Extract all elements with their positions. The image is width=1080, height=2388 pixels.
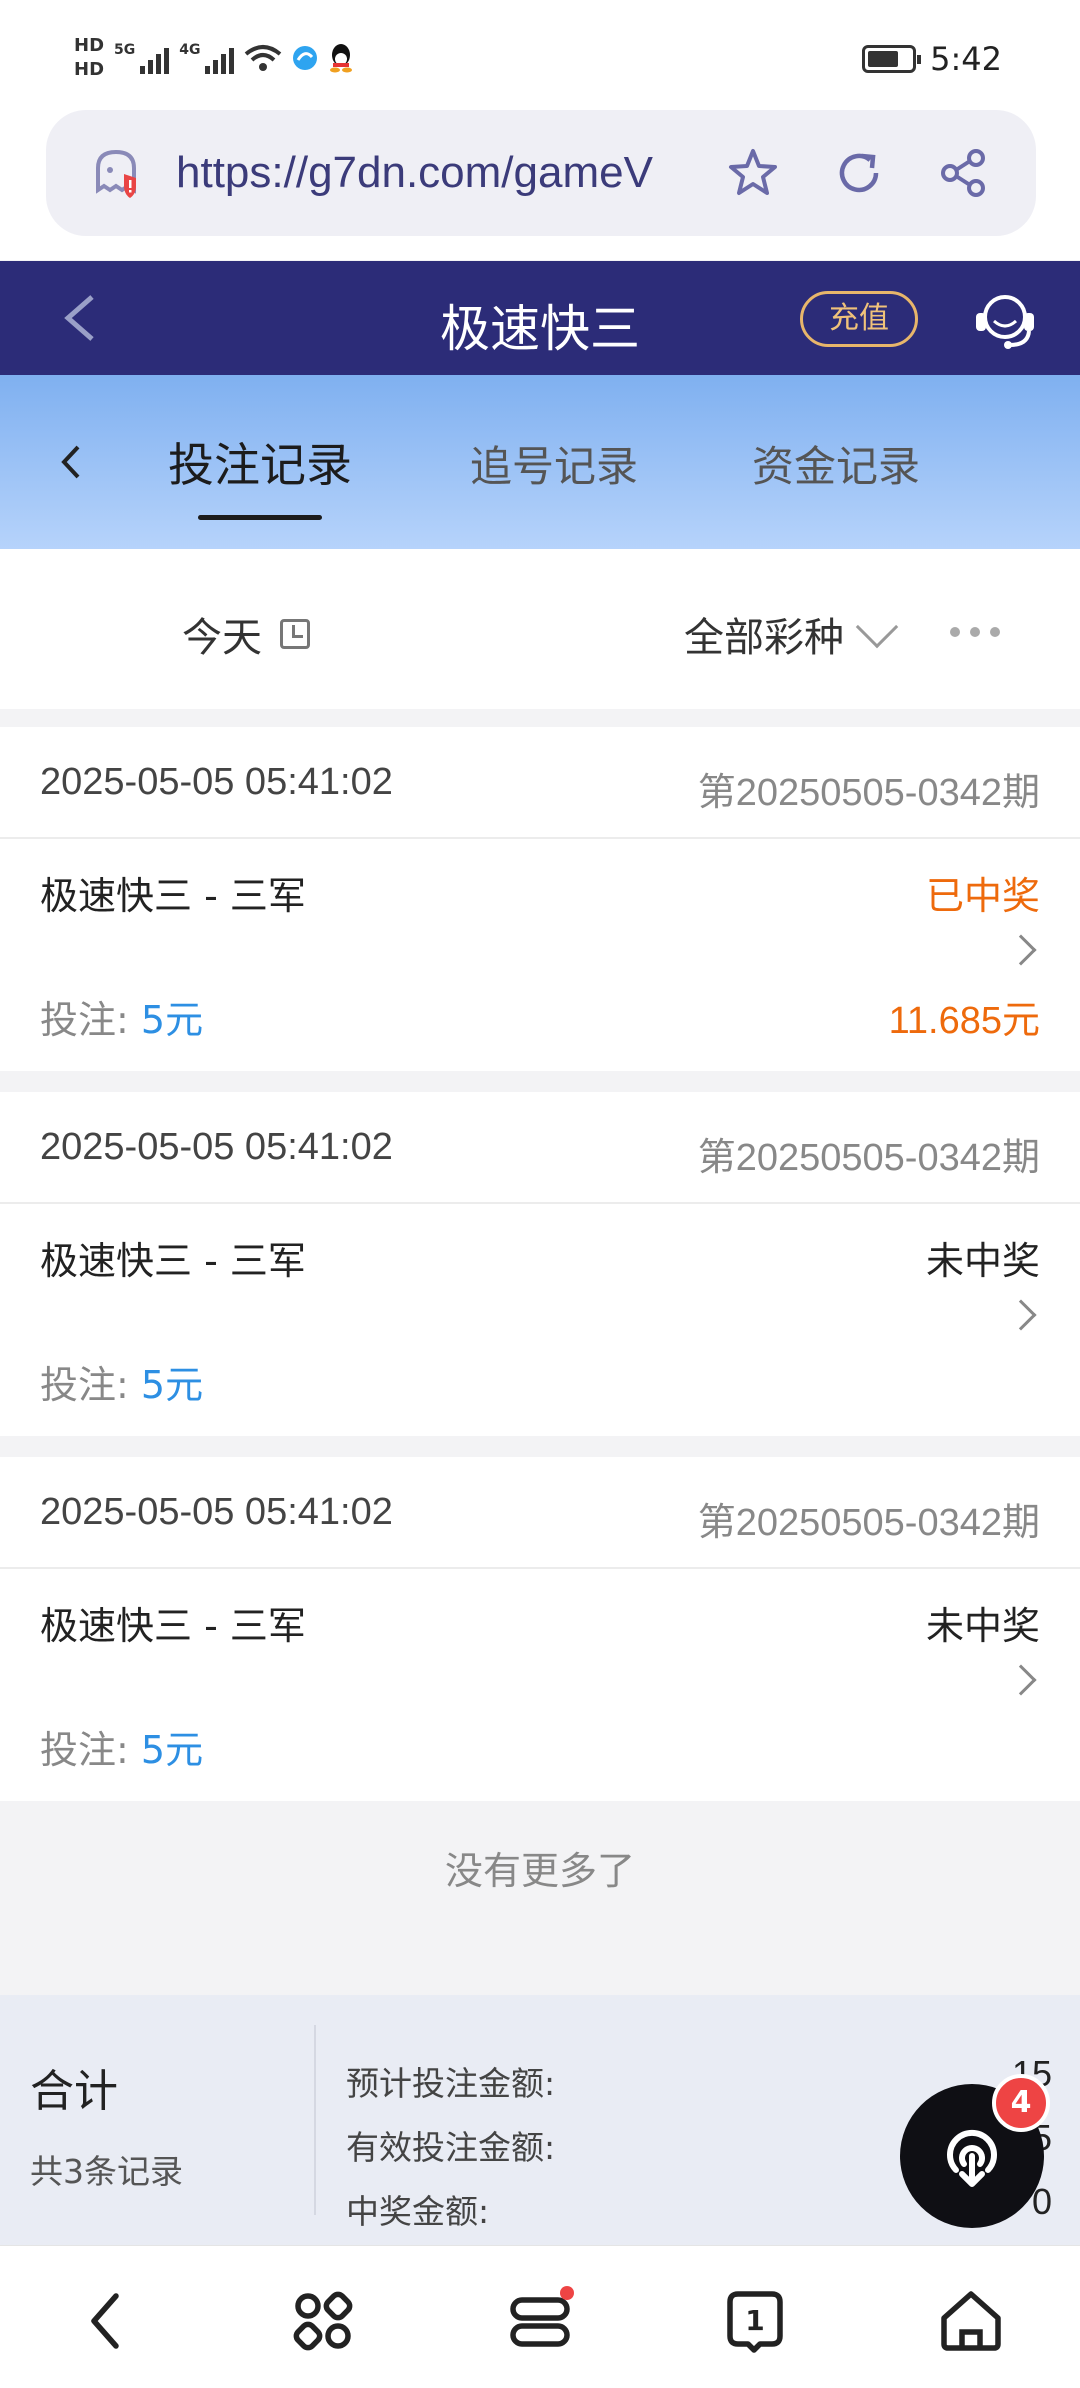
chevron-right-icon	[1005, 1664, 1037, 1696]
bet-amount: 5元	[140, 1363, 204, 1407]
record-header: 2025-05-05 05:41:02 第20250505-0342期	[0, 1092, 1080, 1204]
calendar-icon	[280, 619, 310, 649]
valid-bet-label: 有效投注金额:	[346, 2128, 556, 2167]
hd-indicator: HD HD	[74, 34, 104, 82]
record-status: 未中奖	[925, 1239, 1040, 1283]
record-name: 极速快三 - 三军	[40, 874, 306, 918]
record-time: 2025-05-05 05:41:02	[40, 1491, 393, 1533]
address-bar[interactable]: https://g7dn.com/gameV	[46, 110, 1036, 236]
record-body: 极速快三 - 三军 已中奖 投注: 5元 11.685元	[0, 839, 1080, 1071]
record-issue: 第20250505-0342期	[697, 772, 1040, 814]
bet-record-2[interactable]: 2025-05-05 05:41:02 第20250505-0342期 极速快三…	[0, 1092, 1080, 1436]
chevron-right-icon	[1005, 934, 1037, 966]
more-options-icon[interactable]	[950, 627, 1000, 637]
lottery-filter[interactable]: 全部彩种	[684, 605, 899, 663]
tab-chase-records[interactable]: 追号记录	[470, 433, 638, 494]
app-header: 极速快三 充值	[0, 261, 1080, 375]
record-name: 极速快三 - 三军	[40, 1239, 306, 1283]
browser-app-icon	[293, 46, 318, 70]
tab-back-icon[interactable]	[52, 437, 92, 487]
record-win-amount: 11.685元	[888, 1000, 1040, 1042]
record-status: 已中奖	[925, 874, 1040, 918]
record-bet: 投注: 5元	[40, 1719, 203, 1774]
nav-home-icon[interactable]	[936, 2286, 1006, 2356]
status-right: 5:42	[862, 40, 1002, 78]
page-title: 极速快三	[440, 300, 640, 358]
star-bookmark-icon[interactable]	[726, 146, 780, 200]
browser-bottom-nav: 1	[0, 2245, 1080, 2388]
download-cloud-icon	[947, 2129, 997, 2187]
status-bar: HD HD 5G 4G 5:42	[0, 0, 1080, 110]
hd1-label: HD	[74, 35, 105, 56]
nav-back-icon[interactable]	[72, 2286, 142, 2356]
net2-label: 4G	[179, 42, 201, 58]
qq-icon	[330, 44, 353, 73]
no-more-text: 没有更多了	[444, 1849, 635, 1893]
nav-tabs-count: 1	[745, 2304, 764, 2337]
record-time: 2025-05-05 05:41:02	[40, 1126, 393, 1168]
bet-record-1[interactable]: 2025-05-05 05:41:02 第20250505-0342期 极速快三…	[0, 727, 1080, 1071]
nav-tabs-icon[interactable]: 1	[720, 2286, 790, 2356]
status-icons: HD HD 5G 4G	[74, 34, 354, 82]
recharge-button[interactable]: 充值	[800, 291, 918, 347]
signal-4g-icon: 4G	[179, 42, 235, 74]
lottery-filter-label: 全部彩种	[684, 615, 844, 661]
record-header: 2025-05-05 05:41:02 第20250505-0342期	[0, 727, 1080, 839]
share-icon[interactable]	[936, 146, 990, 200]
record-status: 未中奖	[925, 1604, 1040, 1648]
record-bet: 投注: 5元	[40, 989, 203, 1044]
bet-label: 投注:	[40, 1363, 141, 1407]
customer-service-icon[interactable]	[970, 285, 1040, 355]
record-count: 共3条记录	[30, 2152, 183, 2191]
record-time: 2025-05-05 05:41:02	[40, 761, 393, 803]
date-filter[interactable]: 今天	[182, 605, 310, 663]
totals-label: 合计	[30, 2066, 118, 2117]
hd2-label: HD	[74, 59, 105, 80]
filter-bar: 今天 全部彩种	[0, 549, 1080, 709]
url-text[interactable]: https://g7dn.com/gameV	[176, 148, 653, 198]
nav-apps-icon[interactable]	[288, 2286, 358, 2356]
win-amount-label: 中奖金额:	[346, 2192, 490, 2231]
browser-toolbar: https://g7dn.com/gameV	[0, 110, 1080, 260]
record-issue: 第20250505-0342期	[697, 1502, 1040, 1544]
site-security-icon[interactable]	[90, 146, 144, 200]
battery-icon	[862, 45, 922, 73]
bet-amount: 5元	[140, 998, 204, 1042]
totals-divider	[314, 2025, 316, 2215]
record-tabs: 投注记录 追号记录 资金记录	[0, 375, 1080, 549]
record-name: 极速快三 - 三军	[40, 1604, 306, 1648]
tab-bet-records[interactable]: 投注记录	[168, 429, 352, 495]
date-filter-label: 今天	[182, 615, 262, 661]
wifi-icon	[245, 45, 282, 71]
record-body: 极速快三 - 三军 未中奖 投注: 5元	[0, 1569, 1080, 1801]
bet-label: 投注:	[40, 998, 141, 1042]
bet-record-3[interactable]: 2025-05-05 05:41:02 第20250505-0342期 极速快三…	[0, 1457, 1080, 1801]
net1-label: 5G	[114, 42, 136, 58]
signal-5g-icon: 5G	[114, 42, 170, 74]
clock: 5:42	[930, 40, 1002, 78]
menu-notification-dot	[560, 2286, 574, 2300]
record-body: 极速快三 - 三军 未中奖 投注: 5元	[0, 1204, 1080, 1436]
bet-label: 投注:	[40, 1728, 141, 1772]
tab-fund-records[interactable]: 资金记录	[752, 433, 920, 494]
record-header: 2025-05-05 05:41:02 第20250505-0342期	[0, 1457, 1080, 1569]
reload-icon[interactable]	[832, 146, 886, 200]
active-tab-indicator	[198, 515, 322, 520]
chevron-right-icon	[1005, 1299, 1037, 1331]
chevron-down-icon	[855, 605, 899, 649]
fab-badge: 4	[992, 2074, 1050, 2132]
expected-bet-label: 预计投注金额:	[346, 2064, 556, 2103]
record-issue: 第20250505-0342期	[697, 1137, 1040, 1179]
record-bet: 投注: 5元	[40, 1354, 203, 1409]
bet-amount: 5元	[140, 1728, 204, 1772]
